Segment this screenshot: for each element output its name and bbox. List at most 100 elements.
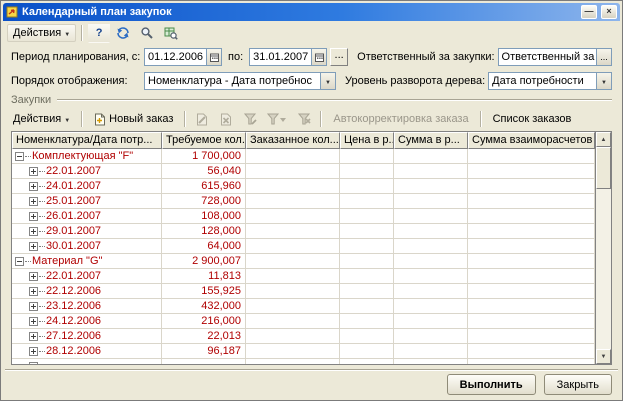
chevron-down-icon[interactable] <box>320 73 335 89</box>
responsible-more-button[interactable]: ... <box>596 49 611 65</box>
expand-icon[interactable] <box>29 241 38 251</box>
tree-level-select[interactable]: Дата потребности <box>488 72 612 90</box>
table-row[interactable]: 28.12.2006 96,187 <box>12 344 595 359</box>
toolbar-separator <box>184 111 187 127</box>
expand-icon[interactable] <box>29 166 38 176</box>
tree-connector <box>39 275 45 277</box>
table-row[interactable]: 22.01.2007 11,813 <box>12 269 595 284</box>
sum-cell <box>394 359 468 364</box>
output-list-button[interactable] <box>160 23 182 43</box>
orders-list-button[interactable]: Список заказов <box>487 110 578 128</box>
price-cell <box>340 254 394 269</box>
scroll-thumb[interactable] <box>596 147 611 189</box>
column-header[interactable]: Требуемое кол... <box>162 132 246 149</box>
expand-icon[interactable] <box>29 271 38 281</box>
table-row[interactable]: 22.12.2006 155,925 <box>12 284 595 299</box>
edit-order-button-disabled[interactable] <box>191 109 213 129</box>
autocorrect-order-button[interactable]: Автокорректировка заказа <box>327 110 474 128</box>
refresh-button[interactable] <box>112 23 134 43</box>
period-to-value: 31.01.2007 <box>253 51 309 63</box>
table-row[interactable]: 27.12.2006 22,013 <box>12 329 595 344</box>
table-row[interactable]: 25.01.2007 728,000 <box>12 194 595 209</box>
close-window-button[interactable]: × <box>601 5 617 19</box>
actions-button[interactable]: Действия <box>7 24 77 42</box>
row-label: 24.12.2006 <box>46 315 102 327</box>
expand-icon[interactable] <box>29 286 38 296</box>
ordered-qty-cell <box>246 269 340 284</box>
price-cell <box>340 359 394 364</box>
table-row[interactable]: 24.01.2007 615,960 <box>12 179 595 194</box>
expand-icon[interactable] <box>29 226 38 236</box>
table-row[interactable]: 24.12.2006 216,000 <box>12 314 595 329</box>
minimize-button[interactable]: — <box>581 5 597 19</box>
tree-connector <box>39 170 45 172</box>
responsible-field[interactable]: Ответственный за закупки = "Н... ... <box>497 48 612 66</box>
scroll-track[interactable] <box>596 147 611 349</box>
clear-filter-button-disabled[interactable] <box>293 109 315 129</box>
toolbar-separator <box>81 111 84 127</box>
settlement-sum-cell <box>468 224 595 239</box>
settlement-sum-cell <box>468 314 595 329</box>
arrow-down-icon: ▼ <box>600 353 607 360</box>
expand-icon[interactable] <box>29 301 38 311</box>
ordered-qty-cell <box>246 299 340 314</box>
chevron-down-icon[interactable] <box>596 73 611 89</box>
help-button[interactable]: ? <box>88 23 111 43</box>
collapse-icon[interactable] <box>15 151 24 161</box>
expand-icon[interactable] <box>29 211 38 221</box>
column-header[interactable]: Сумма в р... <box>394 132 468 149</box>
table-row[interactable]: 26.01.2007 108,000 <box>12 209 595 224</box>
column-header[interactable]: Сумма взаиморасчетов <box>468 132 595 149</box>
tree-level-value: Дата потребности <box>492 75 584 87</box>
item-cell: 22.01.2007 <box>12 164 162 179</box>
item-cell: Материал "G" <box>12 254 162 269</box>
display-order-select[interactable]: Номенклатура - Дата потребнос <box>144 72 336 90</box>
calendar-icon[interactable] <box>206 49 221 65</box>
sum-cell <box>394 164 468 179</box>
purchases-toolbar: Действия Новый заказ <box>3 107 620 131</box>
collapse-icon[interactable] <box>15 256 24 266</box>
scroll-up-button[interactable]: ▲ <box>596 132 611 147</box>
magnifier-icon <box>140 26 154 40</box>
required-qty-cell: 155,925 <box>162 284 246 299</box>
table-row[interactable]: Комплектующая "F" 1 700,000 <box>12 149 595 164</box>
run-button[interactable]: Выполнить <box>446 374 536 395</box>
autocorrect-label: Автокорректировка заказа <box>333 113 469 125</box>
close-order-button-disabled[interactable] <box>215 109 237 129</box>
close-button[interactable]: Закрыть <box>543 374 612 395</box>
tree-connector <box>39 200 45 202</box>
expand-icon[interactable] <box>29 346 38 356</box>
table-row[interactable]: 29.01.2007 128,000 <box>12 224 595 239</box>
scroll-down-button[interactable]: ▼ <box>596 349 611 364</box>
table-row[interactable]: 23.12.2006 432,000 <box>12 299 595 314</box>
filter-by-value-button-disabled[interactable] <box>263 109 291 129</box>
ordered-qty-cell <box>246 314 340 329</box>
item-cell: 22.12.2006 <box>12 284 162 299</box>
find-button[interactable] <box>136 23 158 43</box>
vertical-scrollbar[interactable]: ▲ ▼ <box>595 132 611 364</box>
table-row[interactable]: 30.01.2007 64,000 <box>12 239 595 254</box>
expand-icon[interactable] <box>29 331 38 341</box>
price-cell <box>340 164 394 179</box>
purchases-actions-button[interactable]: Действия <box>7 110 76 128</box>
period-to-field[interactable]: 31.01.2007 <box>249 48 328 66</box>
period-more-button[interactable]: ... <box>330 48 349 66</box>
column-header[interactable]: Заказанное кол... <box>246 132 340 149</box>
expand-icon[interactable] <box>29 181 38 191</box>
table-row[interactable]: 22.01.2007 56,040 <box>12 164 595 179</box>
new-order-button[interactable]: Новый заказ <box>88 110 179 129</box>
column-header[interactable]: Номенклатура/Дата потр... <box>12 132 162 149</box>
row-label: 22.01.2007 <box>46 270 102 282</box>
sum-cell <box>394 239 468 254</box>
row-label: 25.01.2007 <box>46 195 102 207</box>
filter-settings-button-disabled[interactable] <box>239 109 261 129</box>
expand-icon[interactable] <box>29 196 38 206</box>
expand-icon[interactable] <box>29 316 38 326</box>
price-cell <box>340 194 394 209</box>
expand-icon[interactable] <box>29 361 38 364</box>
column-header[interactable]: Цена в р... <box>340 132 394 149</box>
help-icon: ? <box>95 27 103 39</box>
period-from-field[interactable]: 01.12.2006 <box>144 48 222 66</box>
calendar-icon[interactable] <box>311 49 327 65</box>
table-row[interactable]: Материал "G" 2 900,007 <box>12 254 595 269</box>
